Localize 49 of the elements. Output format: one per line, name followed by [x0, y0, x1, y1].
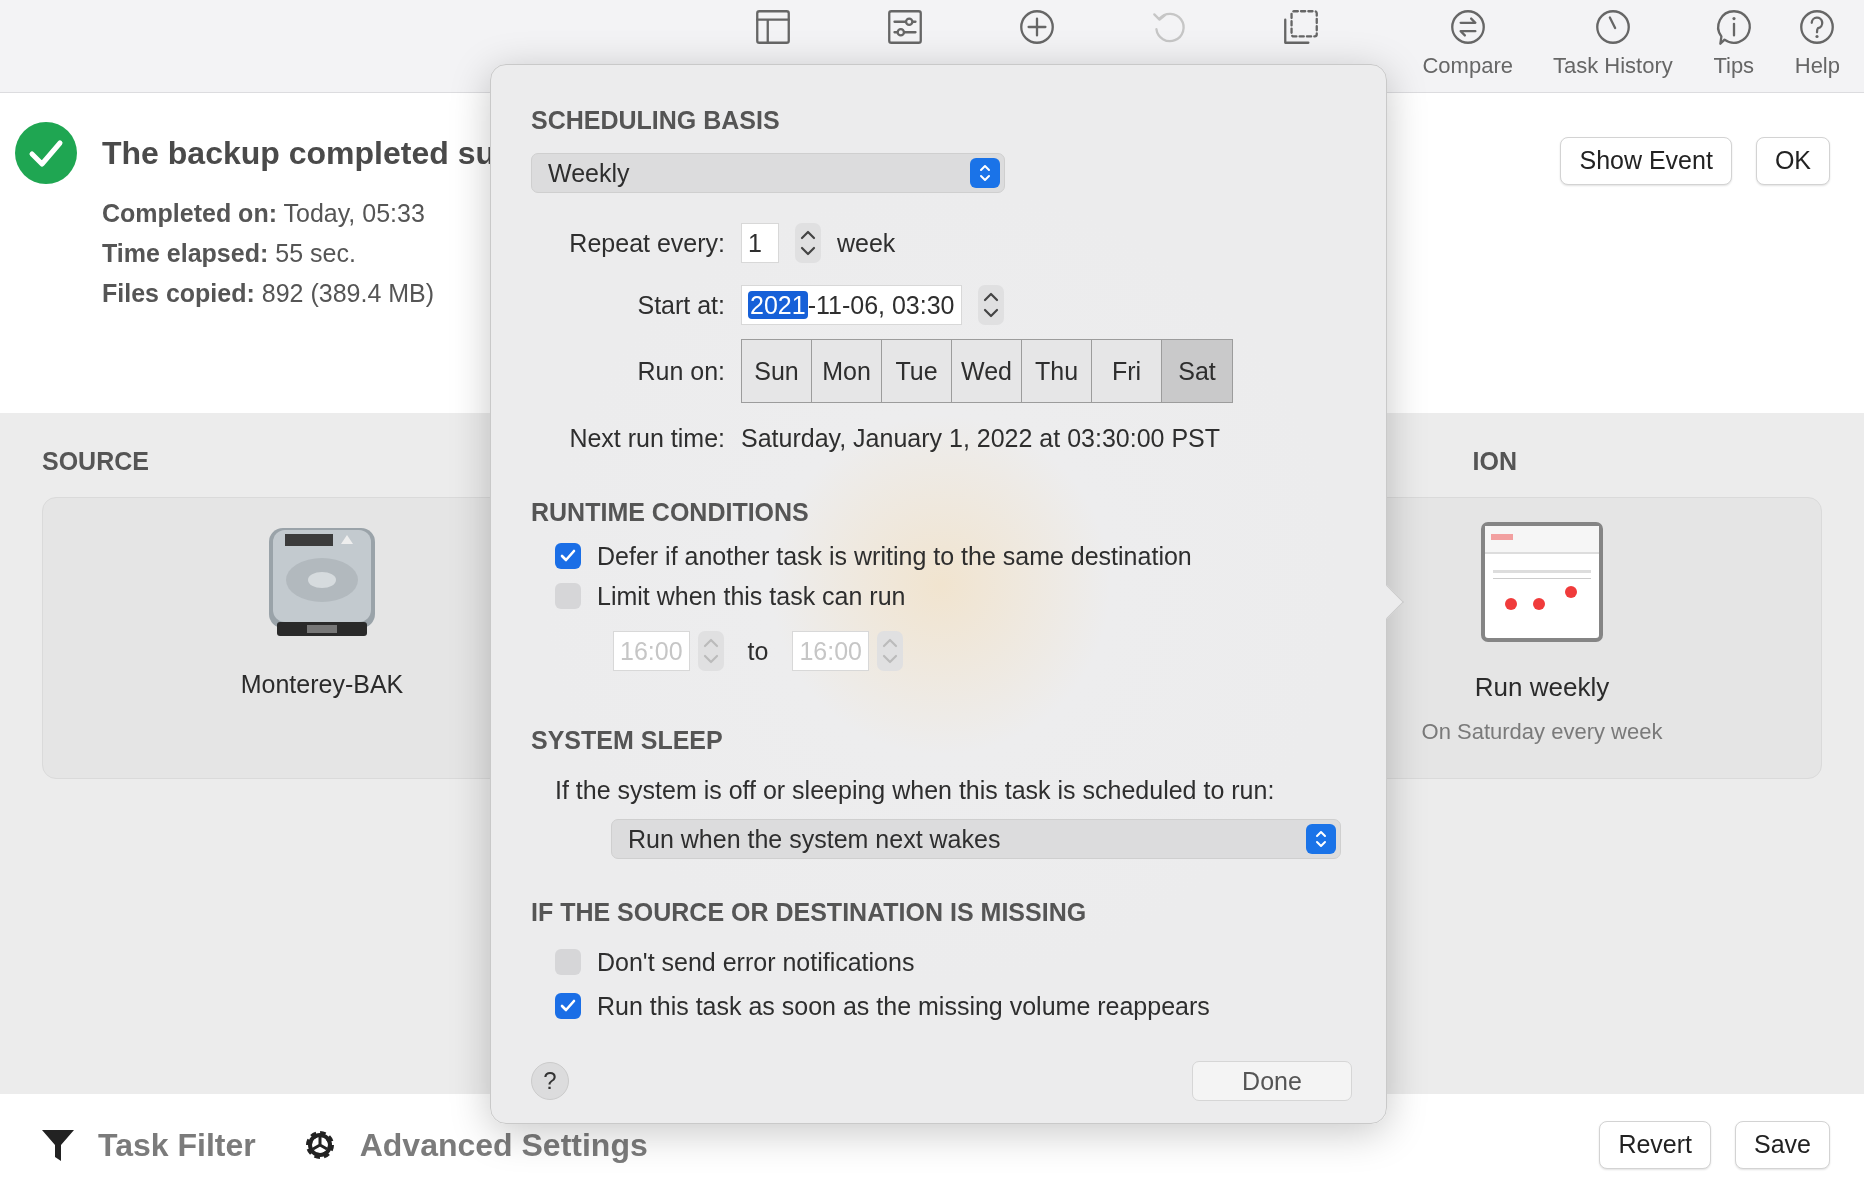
filter-icon: [40, 1127, 76, 1163]
checkbox[interactable]: [555, 993, 581, 1019]
field-label: Run on:: [636, 356, 725, 386]
popup-menu[interactable]: Weekly: [531, 153, 1005, 193]
action-button[interactable]: Revert: [1599, 1121, 1711, 1169]
info-line: Time elapsed: 55 sec.: [102, 238, 356, 269]
toolbar-button[interactable]: Task Filter: [92, 1120, 262, 1170]
done-button[interactable]: Done: [1192, 1061, 1352, 1101]
day-toggle[interactable]: Sat: [1162, 340, 1232, 402]
number-field[interactable]: 1: [741, 223, 779, 263]
schedule-title: Run weekly: [1474, 670, 1610, 704]
toolbar-button[interactable]: Task History: [1550, 0, 1675, 79]
success-check-icon: [14, 121, 78, 185]
action-button[interactable]: Save: [1735, 1121, 1830, 1169]
date-field[interactable]: 2021-11-06, 03:30: [741, 285, 962, 325]
option-label: Run this task as soon as the missing volume reappears: [597, 991, 1210, 1021]
drive-name: Monterey-BAK: [240, 668, 404, 700]
action-button[interactable]: OK: [1755, 137, 1830, 185]
day-toggle[interactable]: Thu: [1022, 340, 1092, 402]
section-heading: SCHEDULING BASIS: [531, 105, 781, 135]
day-toggle[interactable]: Mon: [812, 340, 882, 402]
day-toggle[interactable]: Sun: [742, 340, 812, 402]
field-label: Next run time:: [568, 423, 725, 453]
option-label: Don't send error notifications: [597, 947, 915, 977]
section-heading: SOURCE: [42, 446, 149, 477]
range-label: to: [747, 636, 769, 666]
stepper-icon[interactable]: [795, 223, 821, 263]
info-line: Files copied: 892 (389.4 MB): [102, 278, 435, 309]
toolbar-button[interactable]: Advanced Settings: [353, 1120, 654, 1170]
action-button[interactable]: Show Event: [1560, 137, 1732, 185]
unit-label: week: [837, 228, 896, 258]
day-toggle[interactable]: Wed: [952, 340, 1022, 402]
help-button[interactable]: ?: [531, 1062, 569, 1100]
section-heading: ION: [1472, 446, 1517, 477]
calendar-icon: [1481, 521, 1603, 644]
toolbar-button[interactable]: Help: [1792, 0, 1842, 79]
checkbox[interactable]: [555, 543, 581, 569]
day-toggle[interactable]: Tue: [882, 340, 952, 402]
popup-menu[interactable]: Run when the system next wakes: [611, 819, 1341, 859]
section-heading: IF THE SOURCE OR DESTINATION IS MISSING: [531, 897, 1088, 927]
toolbar-button[interactable]: Compare: [1420, 0, 1515, 79]
field-label: Start at:: [636, 290, 725, 320]
field-label: Repeat every:: [568, 228, 725, 258]
stepper-icon[interactable]: [977, 285, 1004, 325]
schedule-subtitle: On Saturday every week: [1421, 717, 1663, 746]
day-toggle[interactable]: Fri: [1092, 340, 1162, 402]
toolbar-button[interactable]: Tips: [1710, 0, 1757, 79]
info-line: Completed on: Today, 05:33: [102, 198, 425, 229]
next-run-text: Saturday, January 1, 2022 at 03:30:00 PST: [741, 423, 1221, 453]
